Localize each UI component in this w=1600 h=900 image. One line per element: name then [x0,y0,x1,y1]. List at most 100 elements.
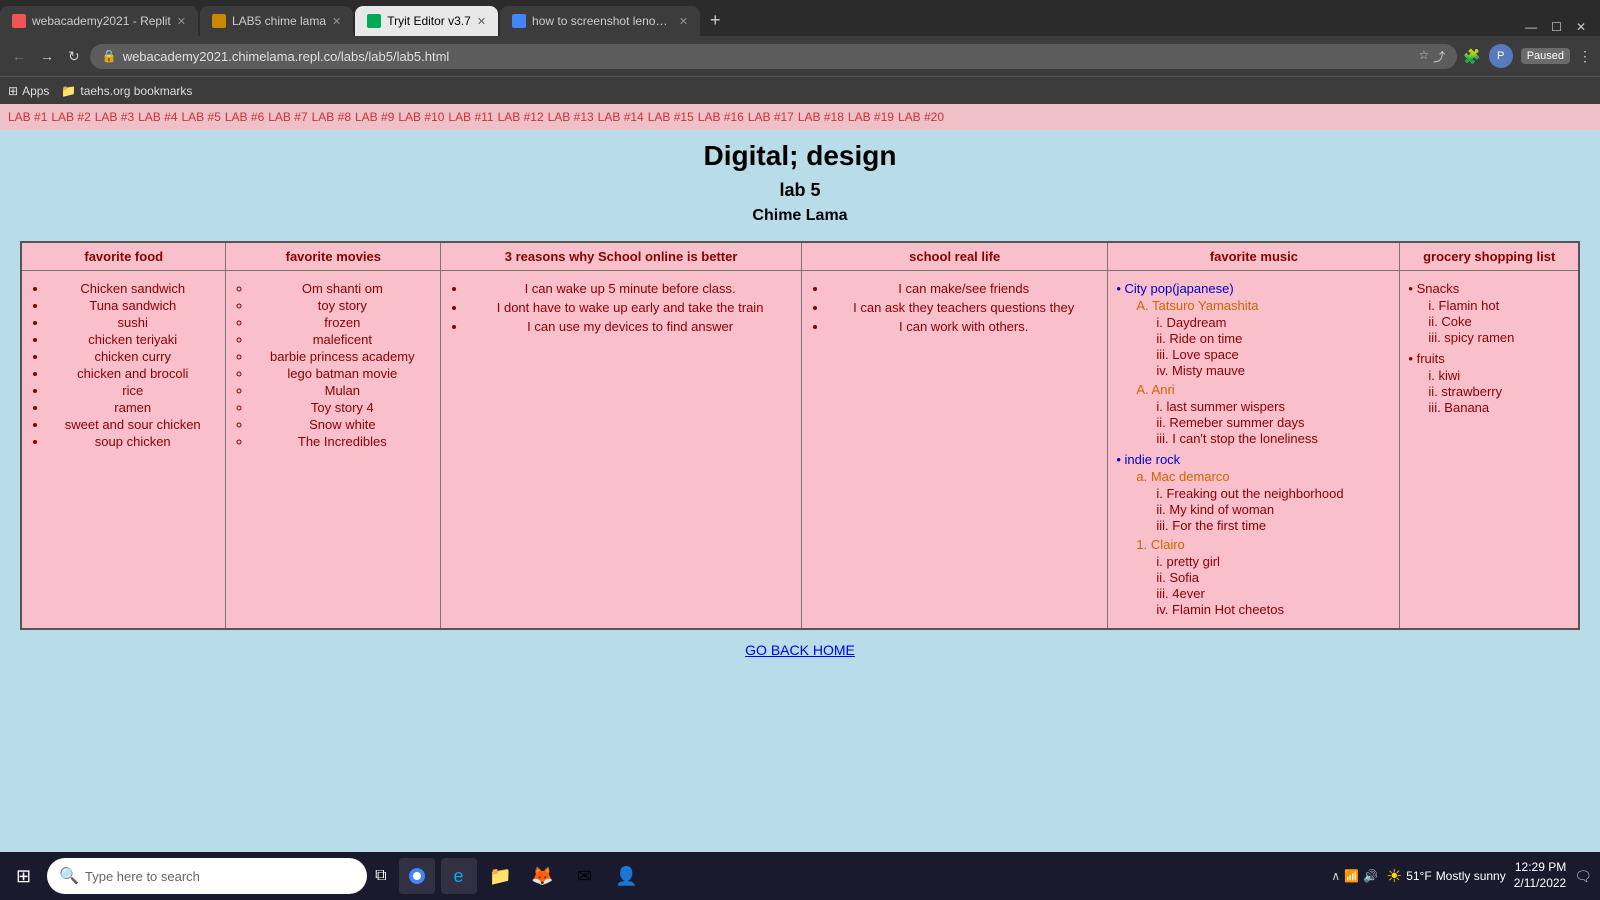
address-bar-actions: ☆ ⤴ [1418,48,1445,65]
list-item: sweet and sour chicken [48,417,217,432]
music-song: i. Freaking out the neighborhood [1156,486,1391,501]
share-icon[interactable]: ⤴ [1433,48,1445,65]
lab-nav-5[interactable]: LAB #5 [182,110,221,124]
col-header-movies: favorite movies [226,242,441,271]
paused-button[interactable]: Paused [1521,48,1570,64]
grocery-section: Snacks i. Flamin hot ii. Coke iii. spicy… [1408,281,1570,415]
maximize-button[interactable]: ☐ [1545,18,1568,36]
forward-button[interactable]: → [36,46,58,66]
notification-icon[interactable]: 🗨 [1574,868,1592,885]
lab-nav-12[interactable]: LAB #12 [498,110,544,124]
music-song: ii. Ride on time [1156,331,1391,346]
bookmark-taehs[interactable]: 📁 taehs.org bookmarks [61,84,192,98]
address-bar[interactable]: 🔒 webacademy2021.chimelama.repl.co/labs/… [90,44,1458,69]
lab-nav-13[interactable]: LAB #13 [548,110,594,124]
tab-replit[interactable]: webacademy2021 - Replit ✕ [0,6,198,36]
list-item: chicken curry [48,349,217,364]
lab-nav-20[interactable]: LAB #20 [898,110,944,124]
tab-close-lab5[interactable]: ✕ [332,15,341,28]
menu-icon[interactable]: ⋮ [1578,48,1592,65]
minimize-button[interactable]: — [1519,18,1543,36]
list-item: I can wake up 5 minute before class. [467,281,793,296]
taskbar-firefox-icon[interactable]: 🦊 [525,858,561,894]
new-tab-button[interactable]: + [702,10,729,31]
star-icon[interactable]: ☆ [1418,48,1429,65]
bookmark-folder-icon: 📁 [61,84,76,98]
page-title: Digital; design [20,140,1580,172]
lab-nav-18[interactable]: LAB #18 [798,110,844,124]
grocery-category-fruits: fruits [1408,351,1570,366]
taskbar: ⊞ 🔍 Type here to search ⧉ e 📁 🦊 ✉ 👤 ∧ 📶 … [0,852,1600,900]
music-section: City pop(japanese) A. Tatsuro Yamashita … [1116,281,1391,617]
profile-button[interactable]: P [1489,44,1513,68]
bookmark-apps[interactable]: ⊞ Apps [8,84,49,98]
volume-icon[interactable]: 🔊 [1363,869,1378,883]
main-table: favorite food favorite movies 3 reasons … [20,241,1580,630]
lab-nav-11[interactable]: LAB #11 [448,110,493,124]
taskbar-profile-icon[interactable]: 👤 [609,858,645,894]
music-artist-4: 1. Clairo [1136,537,1391,552]
page-subtitle: lab 5 [20,180,1580,201]
taskbar-chrome-icon[interactable] [399,858,435,894]
clock-date: 2/11/2022 [1514,876,1567,892]
lab-nav-7[interactable]: LAB #7 [268,110,307,124]
grocery-category-snacks: Snacks [1408,281,1570,296]
lab-nav-14[interactable]: LAB #14 [598,110,644,124]
col-header-reasons: 3 reasons why School online is better [441,242,802,271]
list-item: I can make/see friends [828,281,1099,296]
tab-tryit[interactable]: Tryit Editor v3.7 ✕ [355,6,498,36]
lab-nav-2[interactable]: LAB #2 [51,110,90,124]
music-song: iii. I can't stop the loneliness [1156,431,1391,446]
lab-nav-9[interactable]: LAB #9 [355,110,394,124]
music-song: i. last summer wispers [1156,399,1391,414]
tab-close-tryit[interactable]: ✕ [477,15,486,28]
music-song: ii. Remeber summer days [1156,415,1391,430]
page-content: LAB #1 LAB #2 LAB #3 LAB #4 LAB #5 LAB #… [0,104,1600,852]
tab-google[interactable]: how to screenshot lenovo - Goo... ✕ [500,6,700,36]
weather-desc: Mostly sunny [1436,869,1506,883]
taskbar-search-bar[interactable]: 🔍 Type here to search [47,858,367,894]
lab-nav-8[interactable]: LAB #8 [312,110,351,124]
back-home-link[interactable]: GO BACK HOME [20,642,1580,658]
list-item: sushi [48,315,217,330]
cell-reasons: I can wake up 5 minute before class. I d… [441,271,802,630]
list-item: frozen [252,315,432,330]
tab-title-lab5: LAB5 chime lama [232,14,326,28]
lab-nav-15[interactable]: LAB #15 [648,110,694,124]
lab-nav-4[interactable]: LAB #4 [138,110,177,124]
taskbar-app-icons: e 📁 🦊 ✉ 👤 [399,858,645,894]
lab-nav-6[interactable]: LAB #6 [225,110,264,124]
taskbar-mail-icon[interactable]: ✉ [567,858,603,894]
music-song: i. Daydream [1156,315,1391,330]
col-header-reallife: school real life [802,242,1108,271]
lab-nav-16[interactable]: LAB #16 [698,110,744,124]
cell-reallife: I can make/see friends I can ask they te… [802,271,1108,630]
lab-nav-1[interactable]: LAB #1 [8,110,47,124]
close-window-button[interactable]: ✕ [1570,18,1592,36]
lab-nav-19[interactable]: LAB #19 [848,110,894,124]
tab-lab5[interactable]: LAB5 chime lama ✕ [200,6,353,36]
refresh-button[interactable]: ↻ [64,46,84,67]
music-song: iv. Flamin Hot cheetos [1156,602,1391,617]
col-header-music: favorite music [1108,242,1400,271]
back-button[interactable]: ← [8,46,30,66]
tab-close-replit[interactable]: ✕ [177,15,186,28]
list-item: maleficent [252,332,432,347]
apps-grid-icon: ⊞ [8,84,18,98]
lab-nav-17[interactable]: LAB #17 [748,110,794,124]
extensions-icon[interactable]: 🧩 [1463,48,1480,65]
music-artist-2: A. Anri [1136,382,1391,397]
taskbar-clock[interactable]: 12:29 PM 2/11/2022 [1514,860,1567,891]
network-icon: 📶 [1344,869,1359,883]
taskbar-files-icon[interactable]: 📁 [483,858,519,894]
tab-close-google[interactable]: ✕ [679,15,688,28]
lab-nav-10[interactable]: LAB #10 [398,110,444,124]
chevron-up-icon[interactable]: ∧ [1331,869,1340,883]
start-button[interactable]: ⊞ [8,862,39,891]
list-item: I dont have to wake up early and take th… [467,300,793,315]
weather-sun-icon: ☀ [1386,866,1402,887]
taskbar-edge-icon[interactable]: e [441,858,477,894]
task-view-icon[interactable]: ⧉ [375,867,386,885]
list-item: lego batman movie [252,366,432,381]
lab-nav-3[interactable]: LAB #3 [95,110,134,124]
